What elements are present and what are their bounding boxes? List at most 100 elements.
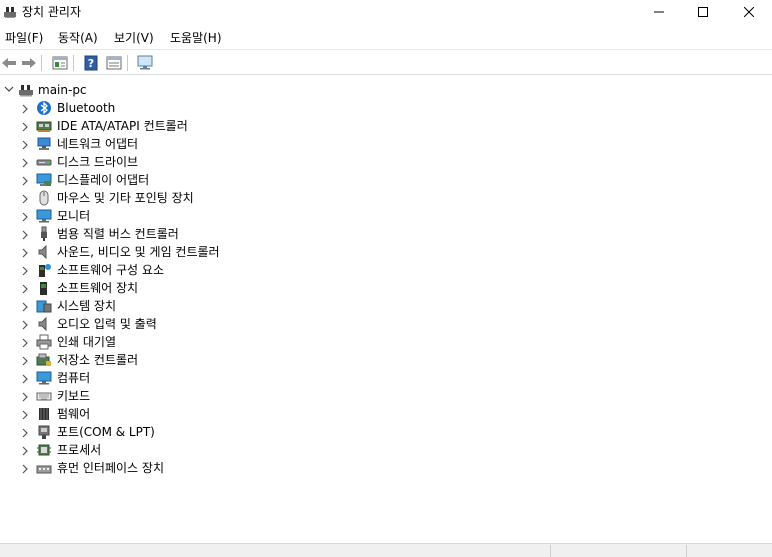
- tree-category-row[interactable]: 디스크 드라이브: [0, 153, 400, 171]
- chevron-right-icon[interactable]: [21, 410, 29, 420]
- toolbar: ?: [0, 49, 772, 75]
- keyboard-icon: [36, 392, 52, 401]
- display-adapter-icon: [36, 173, 52, 186]
- hid-icon: [36, 465, 52, 474]
- chevron-down-icon[interactable]: [4, 85, 14, 93]
- menu-help[interactable]: 도움말(H): [168, 30, 224, 46]
- chevron-right-icon[interactable]: [21, 302, 29, 312]
- chevron-right-icon[interactable]: [21, 284, 29, 294]
- chevron-right-icon[interactable]: [21, 428, 29, 438]
- close-icon: [744, 7, 754, 17]
- chevron-right-icon[interactable]: [21, 104, 29, 114]
- tree-category-row[interactable]: 키보드: [0, 387, 400, 405]
- tree-root[interactable]: main-pc: [0, 81, 300, 99]
- tree-category-row[interactable]: 네트워크 어댑터: [0, 135, 400, 153]
- minimize-icon: [654, 11, 664, 13]
- tree-category-row[interactable]: 시스템 장치: [0, 297, 400, 315]
- chevron-right-icon[interactable]: [21, 230, 29, 240]
- menu-file[interactable]: 파일(F): [3, 30, 45, 46]
- tree-category-row[interactable]: 프로세서: [0, 441, 400, 459]
- status-separator: [550, 545, 551, 557]
- chevron-right-icon[interactable]: [21, 194, 29, 204]
- tree-category-row[interactable]: 컴퓨터: [0, 369, 400, 387]
- chevron-right-icon[interactable]: [21, 374, 29, 384]
- properties-button[interactable]: [51, 54, 69, 72]
- chevron-right-icon[interactable]: [21, 464, 29, 474]
- tree-category-label: 디스플레이 어댑터: [57, 173, 150, 187]
- computer-icon: [36, 371, 52, 385]
- view-icon: [106, 56, 122, 70]
- tree-category-row[interactable]: 소프트웨어 장치: [0, 279, 400, 297]
- chevron-right-icon[interactable]: [21, 212, 29, 222]
- audio-io-icon: [38, 316, 47, 332]
- tree-category-row[interactable]: 마우스 및 기타 포인팅 장치: [0, 189, 400, 207]
- tree-category-label: 소프트웨어 구성 요소: [57, 263, 164, 277]
- disk-drive-icon: [36, 159, 52, 166]
- chevron-right-icon[interactable]: [21, 248, 29, 258]
- tree-category-row[interactable]: IDE ATA/ATAPI 컨트롤러: [0, 117, 400, 135]
- chevron-right-icon[interactable]: [21, 122, 29, 132]
- menu-action[interactable]: 동작(A): [56, 30, 100, 46]
- tree-category-row[interactable]: 포트(COM & LPT): [0, 423, 400, 441]
- maximize-button[interactable]: [680, 0, 726, 24]
- printer-icon: [36, 334, 52, 350]
- help-button[interactable]: ?: [82, 54, 100, 72]
- back-icon: [2, 58, 16, 68]
- device-manager-icon: [3, 5, 17, 19]
- window-title: 장치 관리자: [22, 5, 82, 19]
- back-button[interactable]: [0, 54, 18, 72]
- chevron-right-icon[interactable]: [21, 266, 29, 276]
- tree-category-label: Bluetooth: [57, 101, 116, 115]
- tree-category-row[interactable]: 모니터: [0, 207, 400, 225]
- chevron-right-icon[interactable]: [21, 320, 29, 330]
- menu-bar: 파일(F) 동작(A) 보기(V) 도움말(H): [0, 27, 772, 49]
- tree-category-row[interactable]: 디스플레이 어댑터: [0, 171, 400, 189]
- status-separator: [686, 545, 687, 557]
- port-icon: [38, 425, 50, 439]
- chevron-right-icon[interactable]: [21, 446, 29, 456]
- system-device-icon: [36, 300, 52, 313]
- mouse-icon: [39, 190, 49, 206]
- storage-controller-icon: [36, 353, 51, 366]
- chevron-right-icon[interactable]: [21, 392, 29, 402]
- view-button[interactable]: [105, 54, 123, 72]
- chevron-right-icon[interactable]: [21, 140, 29, 150]
- tree-category-row[interactable]: 소프트웨어 구성 요소: [0, 261, 400, 279]
- tree-category-row[interactable]: 휴먼 인터페이스 장치: [0, 459, 400, 477]
- properties-icon: [52, 56, 68, 70]
- minimize-button[interactable]: [636, 0, 682, 24]
- maximize-icon: [698, 7, 708, 17]
- firmware-icon: [39, 408, 49, 420]
- toolbar-separator: [41, 55, 42, 71]
- tree-category-row[interactable]: 펌웨어: [0, 405, 400, 423]
- tree-category-row[interactable]: Bluetooth: [0, 99, 400, 117]
- close-button[interactable]: [726, 0, 772, 24]
- tree-category-label: 사운드, 비디오 및 게임 컨트롤러: [57, 245, 220, 259]
- tree-category-row[interactable]: 범용 직렬 버스 컨트롤러: [0, 225, 400, 243]
- network-adapter-icon: [37, 137, 51, 150]
- software-device-icon: [40, 282, 47, 295]
- tree-category-row[interactable]: 인쇄 대기열: [0, 333, 400, 351]
- tree-category-label: 시스템 장치: [57, 299, 117, 313]
- tree-category-label: 모니터: [57, 209, 91, 223]
- tree-category-label: 범용 직렬 버스 컨트롤러: [57, 227, 179, 241]
- device-tree: main-pc Bluetooth IDE ATA/ATAPI 컨트롤러네트워크 …: [0, 77, 772, 543]
- forward-button[interactable]: [20, 54, 38, 72]
- tree-category-row[interactable]: 사운드, 비디오 및 게임 컨트롤러: [0, 243, 400, 261]
- tree-category-label: 소프트웨어 장치: [57, 281, 139, 295]
- tree-category-row[interactable]: 저장소 컨트롤러: [0, 351, 400, 369]
- tree-category-label: 인쇄 대기열: [57, 335, 117, 349]
- chevron-right-icon[interactable]: [21, 158, 29, 168]
- tree-category-label: 포트(COM & LPT): [57, 425, 155, 439]
- tree-category-label: 네트워크 어댑터: [57, 137, 139, 151]
- tree-category-row[interactable]: 오디오 입력 및 출력: [0, 315, 400, 333]
- tree-category-label: 키보드: [57, 389, 91, 403]
- software-component-icon: [39, 264, 51, 277]
- forward-icon: [22, 58, 36, 68]
- scan-hardware-button[interactable]: [136, 54, 154, 72]
- chevron-right-icon[interactable]: [21, 338, 29, 348]
- chevron-right-icon[interactable]: [21, 356, 29, 366]
- title-bar[interactable]: 장치 관리자: [0, 0, 772, 26]
- chevron-right-icon[interactable]: [21, 176, 29, 186]
- menu-view[interactable]: 보기(V): [112, 30, 156, 46]
